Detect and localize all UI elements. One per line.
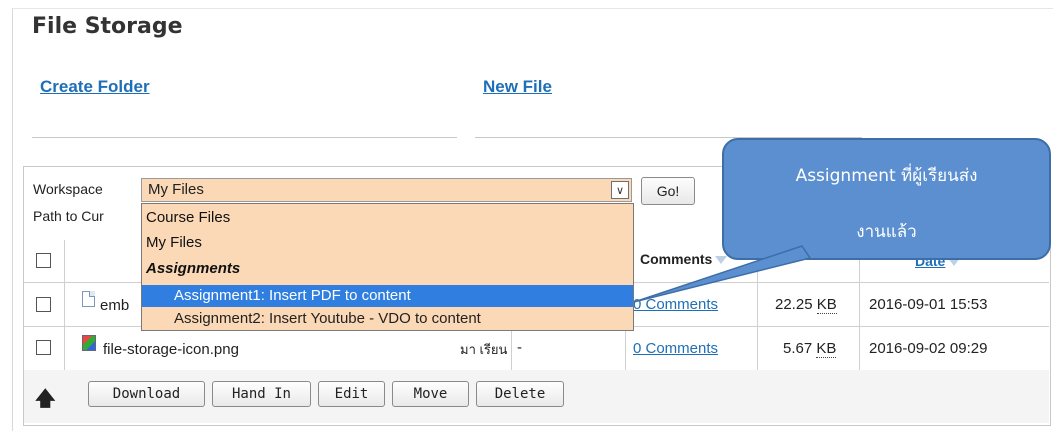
chevron-down-icon[interactable]: ∨ (611, 181, 629, 199)
up-arrow-icon[interactable]: 🡅 (35, 384, 56, 418)
hand-in-button[interactable]: Hand In (212, 381, 311, 407)
file-date: 2016-09-01 15:53 (869, 296, 988, 313)
create-folder-link[interactable]: Create Folder (40, 77, 150, 97)
workspace-dropdown-list: Course Files My Files Assignments Assign… (141, 203, 634, 331)
option-assignment2[interactable]: Assignment2: Insert Youtube - VDO to con… (142, 308, 633, 330)
file-size: 5.67 KB (783, 340, 837, 358)
create-folder-box: Create Folder (32, 67, 457, 138)
document-icon (82, 291, 95, 307)
move-button[interactable]: Move (392, 381, 469, 407)
column-divider (511, 326, 512, 370)
go-button[interactable]: Go! (641, 177, 695, 205)
hand-in-status: - (517, 339, 522, 356)
comments-link[interactable]: 0 Comments (633, 340, 718, 357)
edit-button[interactable]: Edit (318, 381, 385, 407)
workspace-selected-value: My Files (148, 181, 204, 198)
option-assignment1[interactable]: Assignment1: Insert PDF to content (142, 285, 633, 307)
callout-line-1: Assignment ที่ผู้เรียนส่ง (795, 166, 978, 186)
image-file-icon (82, 335, 96, 351)
delete-button[interactable]: Delete (476, 381, 564, 407)
file-name-link[interactable]: emb (100, 297, 129, 314)
workspace-select[interactable]: My Files ∨ (141, 178, 632, 202)
owner-name: มา เรียน (460, 342, 508, 357)
option-group-assignments: Assignments (146, 260, 241, 277)
row-checkbox[interactable] (36, 297, 51, 312)
row-checkbox[interactable] (36, 340, 51, 355)
file-date: 2016-09-02 09:29 (869, 340, 988, 357)
callout-pointer (633, 245, 812, 303)
page-title: File Storage (32, 14, 183, 39)
new-file-link[interactable]: New File (483, 77, 552, 97)
option-my-files[interactable]: My Files (146, 234, 202, 251)
download-button[interactable]: Download (88, 381, 205, 407)
option-course-files[interactable]: Course Files (146, 209, 230, 226)
size-unit: KB (816, 340, 837, 358)
file-name-link[interactable]: file-storage-icon.png (103, 341, 239, 358)
path-label: Path to Cur (33, 208, 104, 224)
select-all-checkbox[interactable] (36, 253, 51, 268)
workspace-label: Workspace (33, 181, 103, 197)
new-file-box: New File (475, 67, 862, 138)
